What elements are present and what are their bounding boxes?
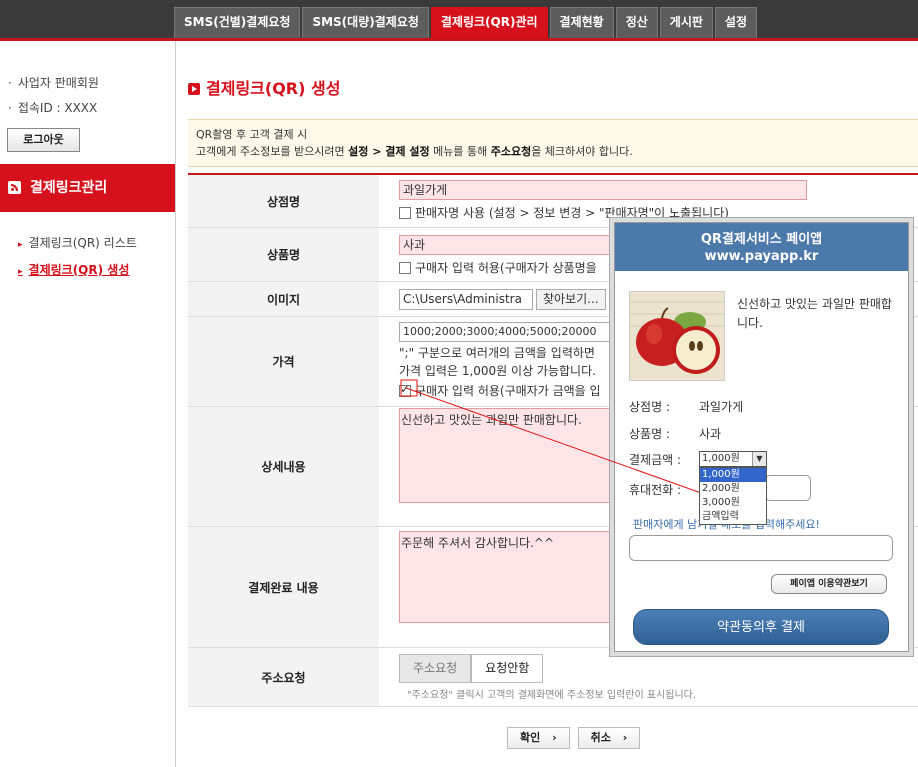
image-path-input[interactable]: C:\Users\Administra <box>399 289 533 310</box>
amount-select[interactable]: 1,000원 ▼ <box>699 451 767 467</box>
detail-label: 상세내용 <box>188 407 379 526</box>
logout-button[interactable]: 로그아웃 <box>7 128 80 152</box>
address-help: "주소요청" 클릭시 고객의 결제화면에 주소정보 입력란이 표시됩니다. <box>407 690 697 701</box>
cancel-button[interactable]: 취소 <box>577 727 641 749</box>
price-buyer-input-checkbox[interactable] <box>399 382 411 397</box>
preview-shop: 상점명 : 과일가게 <box>629 398 743 415</box>
sidebar-section-title: 결제링크관리 <box>0 164 175 212</box>
tab-sms-bulk[interactable]: SMS(대량)결제요청 <box>302 7 429 38</box>
preview-header: QR결제서비스 페이앱 www.payapp.kr <box>615 223 908 271</box>
pay-button[interactable]: 약관동의후 결제 <box>633 609 889 645</box>
amount-option[interactable]: 금액입력 <box>700 510 766 524</box>
image-browse-button[interactable]: 찾아보기... <box>536 289 606 310</box>
page-title-text: 결제링크(QR) 생성 <box>206 79 341 98</box>
amount-option[interactable]: 2,000원 <box>700 482 766 496</box>
arrow-icon <box>188 83 200 95</box>
link-form: 상점명 과일가게 판매자명 사용 (설정 > 정보 변경 > "판매자명"이 노… <box>188 173 918 707</box>
price-option: 구매자 입력 허용(구매자가 금액을 입 <box>399 382 639 399</box>
rss-icon <box>8 181 21 194</box>
notice-box: QR촬영 후 고객 결제 시 고객에게 주소정보를 받으시려면 설정 > 결제 … <box>188 119 918 167</box>
page-title: 결제링크(QR) 생성 <box>188 75 340 99</box>
notice-line1: QR촬영 후 고객 결제 시 <box>196 128 308 141</box>
preview-product: 상품명 : 사과 <box>629 425 721 442</box>
tab-sms-single[interactable]: SMS(건별)결제요청 <box>174 7 301 38</box>
tab-payment-status[interactable]: 결제현황 <box>549 7 614 38</box>
amount-dropdown: 1,000원 2,000원 3,000원 금액입력 <box>699 467 767 525</box>
tab-payment-link[interactable]: 결제링크(QR)관리 <box>430 7 548 38</box>
preview-shop-value: 과일가게 <box>699 400 744 414</box>
sidebar-item-link-create[interactable]: 결제링크(QR) 생성 <box>18 258 137 285</box>
shop-label: 상점명 <box>188 175 379 227</box>
preview-shop-label: 상점명 : <box>629 400 670 414</box>
confirm-button[interactable]: 확인 <box>507 727 570 749</box>
preview-description: 신선하고 맛있는 과일만 판매합니다. <box>737 297 892 330</box>
form-actions: 확인 취소 <box>507 727 648 749</box>
address-request-button[interactable]: 주소요청 <box>399 654 472 683</box>
amount-option[interactable]: 3,000원 <box>700 496 766 510</box>
preview-product-label: 상품명 : <box>629 427 670 441</box>
top-bar: SMS(건별)결제요청 SMS(대량)결제요청 결제링크(QR)관리 결제현황 … <box>0 0 918 38</box>
preview-phone-label: 휴대전화 : <box>629 483 682 497</box>
image-label: 이미지 <box>188 282 379 316</box>
shop-name-input[interactable]: 과일가게 <box>399 180 807 200</box>
sidebar-menu: 결제링크(QR) 리스트 결제링크(QR) 생성 <box>18 231 137 285</box>
preview-title: QR결제서비스 페이앱 <box>700 232 823 247</box>
amount-option[interactable]: 1,000원 <box>700 468 766 482</box>
preview-window: QR결제서비스 페이앱 www.payapp.kr 신선하고 맛있는 과일만 판… <box>614 222 909 652</box>
terms-button[interactable]: 페이앱 이용약관보기 <box>771 574 887 594</box>
product-label: 상품명 <box>188 228 379 281</box>
memo-input[interactable] <box>629 535 893 561</box>
tab-board[interactable]: 게시판 <box>659 7 713 38</box>
login-id: 접속ID : XXXX <box>8 96 99 121</box>
complete-label: 결제완료 내용 <box>188 527 379 647</box>
seller-name-checkbox[interactable] <box>399 207 411 219</box>
price-help2: 가격 입력은 1,000원 이상 가능합니다. <box>399 364 596 378</box>
apple-image <box>630 292 724 380</box>
member-type: 사업자 판매회원 <box>8 71 99 96</box>
sidebar-item-link-list[interactable]: 결제링크(QR) 리스트 <box>18 231 137 258</box>
preview-url: www.payapp.kr <box>704 249 819 264</box>
qr-payment-preview: QR결제서비스 페이앱 www.payapp.kr 신선하고 맛있는 과일만 판… <box>609 217 914 657</box>
preview-product-value: 사과 <box>699 427 722 441</box>
product-image <box>629 291 725 381</box>
top-nav: SMS(건별)결제요청 SMS(대량)결제요청 결제링크(QR)관리 결제현황 … <box>174 7 759 38</box>
dropdown-arrow-icon: ▼ <box>752 452 766 466</box>
user-info: 사업자 판매회원 접속ID : XXXX <box>8 71 99 121</box>
price-help1: ";" 구분으로 여러개의 금액을 입력하면 <box>399 346 595 360</box>
notice-line2: 고객에게 주소정보를 받으시려면 설정 > 결제 설정 메뉴를 통해 주소요청을… <box>196 145 633 158</box>
address-label: 주소요청 <box>188 648 379 706</box>
preview-amount-label: 결제금액 : <box>629 453 682 467</box>
product-buyer-input-checkbox[interactable] <box>399 262 411 274</box>
tab-settings[interactable]: 설정 <box>714 7 758 38</box>
sidebar: 사업자 판매회원 접속ID : XXXX 로그아웃 결제링크관리 결제링크(QR… <box>0 41 176 767</box>
phone-input[interactable] <box>765 475 811 501</box>
address-no-request-button[interactable]: 요청안함 <box>471 654 544 683</box>
price-label: 가격 <box>188 317 379 406</box>
tab-settlement[interactable]: 정산 <box>615 7 658 38</box>
sidebar-section-label: 결제링크관리 <box>30 180 108 196</box>
price-input[interactable]: 1000;2000;3000;4000;5000;20000 <box>399 322 639 342</box>
